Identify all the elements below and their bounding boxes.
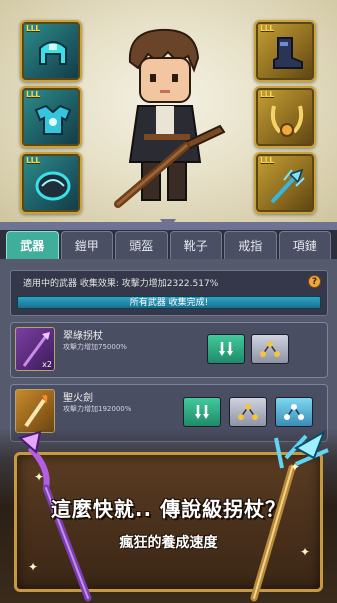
- teal-armor-icon: [34, 104, 72, 135]
- item-count: x2: [42, 360, 52, 369]
- collection-info-box: 適用中的武器 收集效果: 攻擊力增加2322.517% ? 所有武器 收集完成!: [10, 270, 328, 316]
- merge-icon: [260, 341, 280, 357]
- item-icon: x2: [15, 327, 55, 371]
- tab-armor[interactable]: 鎧甲: [60, 231, 113, 259]
- equip-slot-trident[interactable]: LLL: [254, 152, 316, 214]
- equip-arrows-icon: [219, 342, 233, 356]
- tab-helmet[interactable]: 頭盔: [115, 231, 168, 259]
- equip-slot-armor[interactable]: LLL: [20, 86, 82, 148]
- collection-effect-text: 適用中的武器 收集效果: 攻擊力增加2322.517%: [23, 279, 219, 289]
- item-name: 聖火劍: [63, 393, 93, 404]
- slot-level-label: LLL: [26, 90, 40, 99]
- slot-level-label: LLL: [260, 156, 274, 165]
- tab-weapon[interactable]: 武器: [6, 231, 59, 259]
- equipment-scene: LLL LLL LLL LLL LLL LLL: [0, 0, 337, 222]
- promo-subline: 瘋狂的養成速度: [119, 535, 218, 551]
- collection-complete-bar: 所有武器 收集完成!: [17, 296, 321, 309]
- upgrade-button[interactable]: [275, 397, 313, 427]
- gold-necklace-icon: [270, 105, 304, 137]
- sparkle-icon: ✦: [34, 470, 45, 484]
- equip-arrows-icon: [195, 405, 209, 419]
- sparkle-icon: ✦: [290, 460, 301, 474]
- teal-boots-icon: [35, 171, 71, 201]
- item-effect: 攻擊力增加192000%: [63, 405, 132, 413]
- equip-slot-boot[interactable]: LLL: [254, 20, 316, 82]
- equip-slot-boots[interactable]: LLL: [20, 152, 82, 214]
- equipment-tabs: 武器 鎧甲 頭盔 靴子 戒指 項鏈: [6, 231, 331, 259]
- tab-ring[interactable]: 戒指: [224, 231, 277, 259]
- item-name: 翠綠拐杖: [63, 331, 103, 342]
- sparkle-icon: ✦: [28, 560, 39, 574]
- equip-button[interactable]: [183, 397, 221, 427]
- tab-necklace[interactable]: 項鏈: [278, 231, 331, 259]
- slot-level-label: LLL: [26, 24, 40, 33]
- equip-button[interactable]: [207, 334, 245, 364]
- gold-trident-icon: [270, 168, 305, 204]
- slot-level-label: LLL: [260, 90, 274, 99]
- gold-boot-icon: [273, 37, 303, 69]
- tab-boots[interactable]: 靴子: [169, 231, 222, 259]
- hero-character: [114, 28, 226, 208]
- help-icon[interactable]: ?: [308, 275, 321, 288]
- collection-complete-label: 所有武器 收集完成!: [129, 298, 209, 308]
- equip-slot-helmet[interactable]: LLL: [20, 20, 82, 82]
- upgrade-tree-icon: [284, 404, 304, 420]
- merge-button[interactable]: [229, 397, 267, 427]
- merge-icon: [238, 404, 258, 420]
- item-icon: [15, 389, 55, 433]
- promo-headline: 這麼快就.. 傳說級拐杖？: [50, 497, 287, 521]
- item-effect: 攻擊力增加75000%: [63, 343, 127, 351]
- equip-slot-necklace[interactable]: LLL: [254, 86, 316, 148]
- item-card-emerald-staff[interactable]: x2 翠綠拐杖 攻擊力增加75000%: [10, 322, 328, 378]
- teal-helmet-icon: [39, 41, 67, 65]
- slot-level-label: LLL: [26, 156, 40, 165]
- slot-level-label: LLL: [260, 24, 274, 33]
- merge-button[interactable]: [251, 334, 289, 364]
